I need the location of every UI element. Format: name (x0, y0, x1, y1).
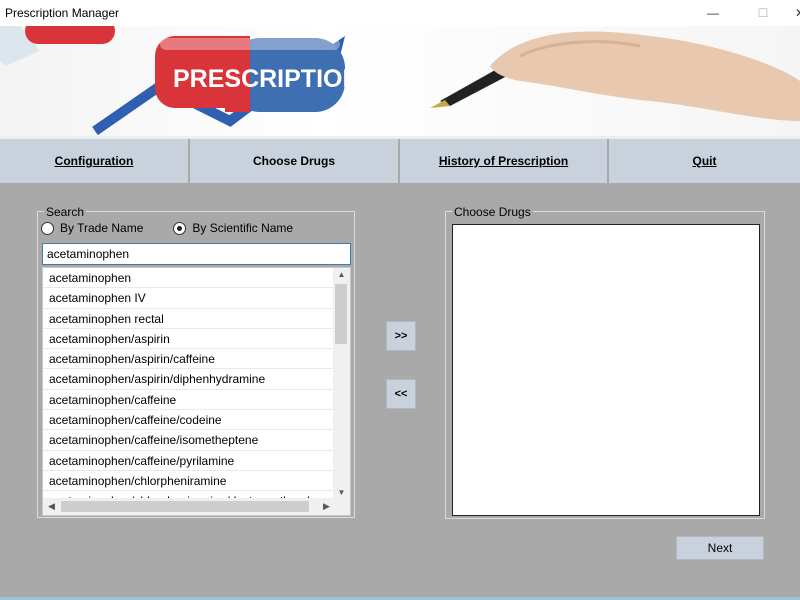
list-item[interactable]: acetaminophen IV (43, 288, 335, 309)
nav-quit-label: Quit (692, 154, 717, 168)
list-item[interactable]: acetaminophen/caffeine/codeine (43, 410, 335, 431)
results-list: acetaminophen acetaminophen IV acetaminoph… (43, 268, 335, 500)
nav-history-label: History of Prescription (438, 154, 569, 168)
main-nav: Configuration Choose Drugs History of Pr… (0, 139, 800, 183)
list-item[interactable]: acetaminophen/caffeine/pyrilamine (43, 451, 335, 471)
nav-configuration-button[interactable]: Configuration (0, 139, 190, 183)
vertical-scrollbar[interactable]: ▲ ▼ (333, 268, 350, 500)
list-item[interactable]: acetaminophen/caffeine (43, 390, 335, 411)
chosen-drugs-listbox[interactable] (452, 224, 760, 516)
list-item[interactable]: acetaminophen rectal (43, 309, 335, 329)
list-item[interactable]: acetaminophen/chlorpheniramine (43, 471, 335, 492)
remove-drug-button[interactable]: << (386, 379, 416, 409)
scroll-left-icon[interactable]: ◀ (43, 498, 60, 515)
radio-scientific-name-circle[interactable] (173, 221, 187, 235)
hand-pen-graphic (430, 31, 800, 122)
results-listbox[interactable]: acetaminophen acetaminophen IV acetaminoph… (42, 267, 351, 516)
window-title: Prescription Manager (5, 6, 120, 20)
close-icon[interactable]: ✕ (790, 0, 800, 26)
radio-trade-name-label: By Trade Name (60, 221, 144, 235)
nav-quit-button[interactable]: Quit (609, 139, 800, 183)
nav-configuration-label: Configuration (54, 154, 134, 168)
vertical-scroll-thumb[interactable] (335, 284, 347, 344)
list-item[interactable]: acetaminophen (43, 268, 335, 289)
banner-illustration: PRESCRIPTION (0, 26, 800, 136)
radio-scientific-name-label: By Scientific Name (192, 221, 294, 235)
nav-choose-drugs-button[interactable]: Choose Drugs (190, 139, 400, 183)
choose-drugs-group-label: Choose Drugs (452, 205, 533, 219)
scroll-up-icon[interactable]: ▲ (333, 268, 350, 282)
list-item[interactable]: acetaminophen/caffeine/isometheptene (43, 430, 335, 451)
maximize-icon[interactable]: ☐ (740, 0, 786, 26)
radio-trade-name-circle[interactable] (41, 221, 54, 235)
title-bar: Prescription Manager — ☐ ✕ (0, 0, 800, 26)
nav-history-button[interactable]: History of Prescription (400, 139, 609, 183)
next-button[interactable]: Next (676, 536, 764, 560)
radio-scientific-name[interactable]: By Scientific Name (173, 221, 293, 235)
list-item[interactable]: acetaminophen/aspirin (43, 329, 335, 350)
list-item[interactable]: acetaminophen/aspirin/caffeine (43, 349, 335, 370)
nav-choose-drugs-label: Choose Drugs (252, 154, 335, 168)
header-banner: PRESCRIPTION (0, 26, 800, 136)
scrollbar-corner (333, 498, 350, 515)
minimize-icon[interactable]: — (690, 0, 736, 26)
search-input[interactable] (42, 243, 351, 265)
search-mode-radios: By Trade Name By Scientific Name (41, 220, 323, 236)
list-item[interactable]: acetaminophen/aspirin/diphenhydramine (43, 369, 335, 390)
add-drug-button[interactable]: >> (386, 321, 416, 351)
search-group-label: Search (44, 205, 87, 219)
radio-trade-name[interactable]: By Trade Name (41, 221, 143, 235)
horizontal-scroll-thumb[interactable] (61, 501, 309, 512)
horizontal-scrollbar[interactable]: ◀ ▶ (43, 498, 350, 515)
pill-text: PRESCRIPTION (173, 65, 361, 93)
